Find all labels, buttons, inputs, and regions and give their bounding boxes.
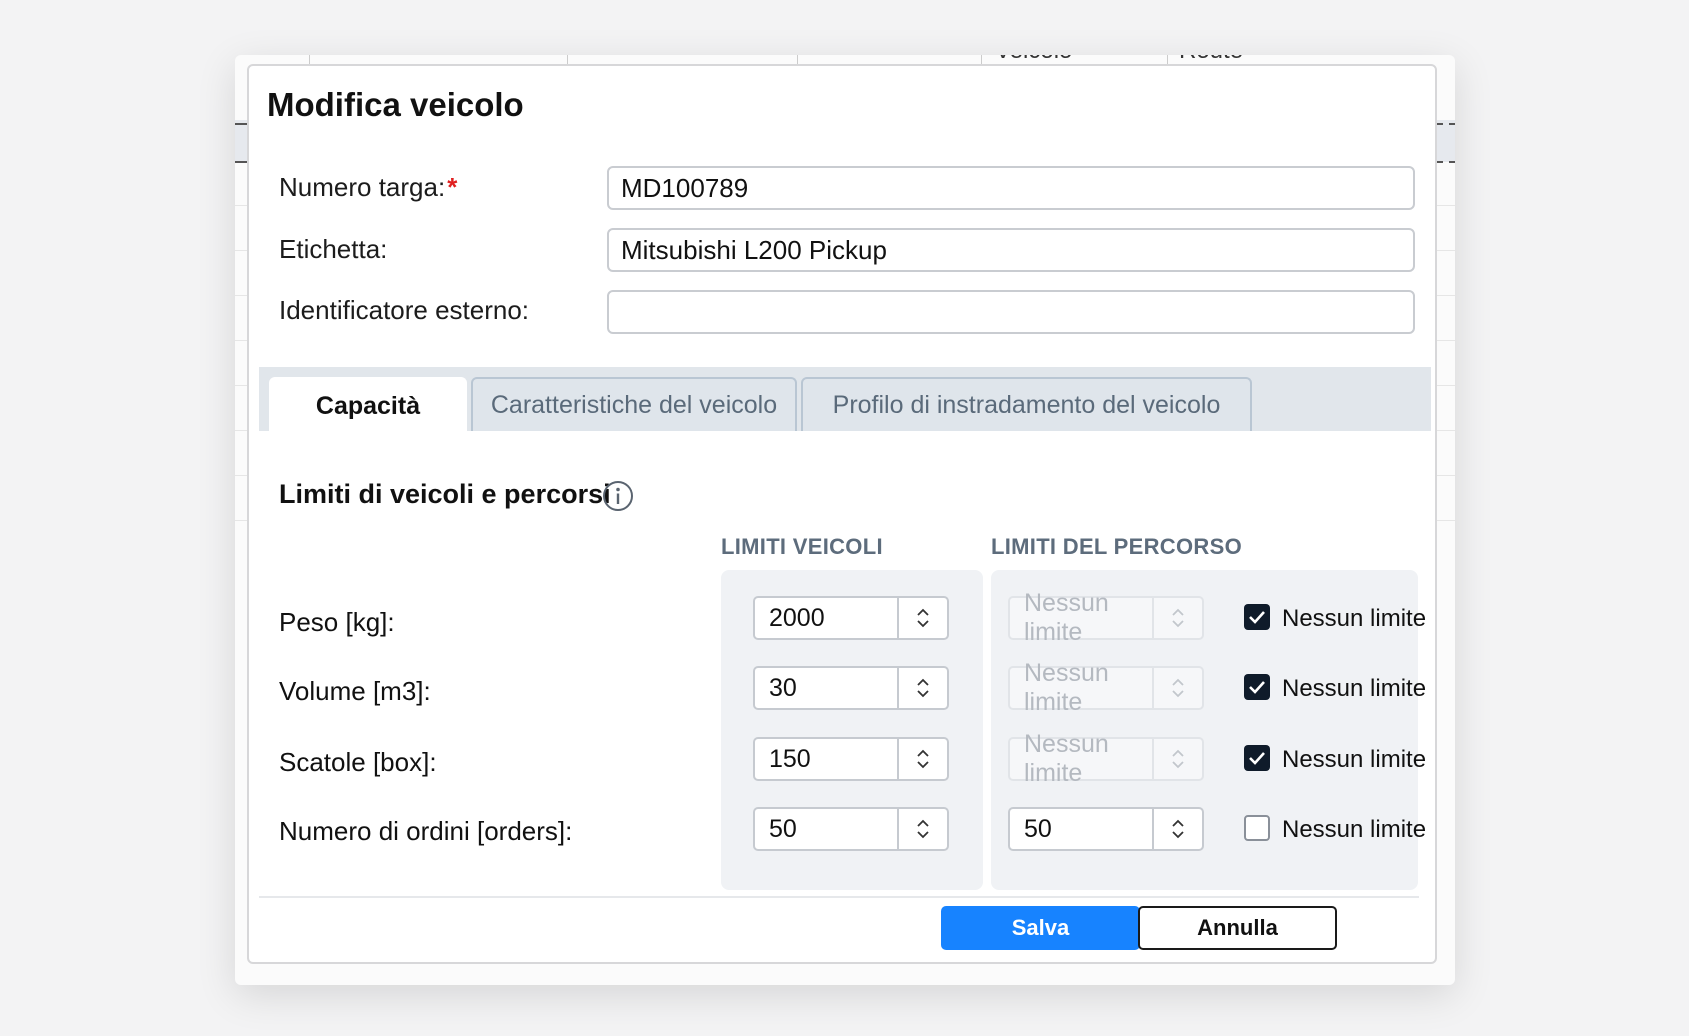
stepper-value: Nessun limite [1024, 589, 1109, 646]
required-marker: * [447, 172, 458, 202]
chevron-up-icon [1172, 749, 1184, 757]
stepper-value: Nessun limite [1024, 730, 1109, 787]
stepper-arrows[interactable] [897, 668, 947, 708]
save-button[interactable]: Salva [941, 906, 1140, 950]
chevron-down-icon [1172, 690, 1184, 698]
chevron-up-icon [1172, 608, 1184, 616]
cancel-button[interactable]: Annulla [1138, 906, 1337, 950]
weight-route-limit-stepper: Nessun limite [1008, 589, 1204, 646]
stepper-arrows[interactable] [1152, 809, 1202, 849]
plate-number-label: Numero targa:* [279, 172, 458, 202]
boxes-route-limit-stepper: Nessun limite [1008, 730, 1204, 787]
stepper-value: 50 [1024, 814, 1052, 843]
stepper-arrows [1152, 668, 1202, 708]
chevron-down-icon[interactable] [917, 831, 929, 839]
volume-route-limit-stepper: Nessun limite [1008, 659, 1204, 716]
chevron-down-icon [1172, 620, 1184, 628]
background-dash [1437, 123, 1455, 125]
chevron-up-icon[interactable] [1172, 819, 1184, 827]
volume-label: Volume [m3]: [279, 676, 431, 706]
route-limits-header: LIMITI DEL PERCORSO [991, 534, 1242, 559]
tab-routing-profile[interactable]: Profilo di instradamento del veicolo [801, 377, 1252, 431]
tab-capacity[interactable]: Capacità [269, 377, 467, 433]
background-dash [1437, 161, 1455, 163]
chevron-down-icon[interactable] [917, 620, 929, 628]
stepper-value: Nessun limite [1024, 659, 1109, 716]
plate-number-input[interactable] [607, 166, 1415, 210]
background-dash [235, 123, 247, 125]
boxes-vehicle-limit-stepper[interactable]: 150 [753, 737, 949, 781]
checkmark-icon [1249, 752, 1265, 765]
boxes-label: Scatole [box]: [279, 747, 437, 777]
weight-no-limit-checkbox[interactable] [1244, 604, 1270, 630]
background-dash [235, 161, 247, 163]
stepper-value: 50 [769, 814, 797, 843]
checkmark-icon [1249, 611, 1265, 624]
chevron-up-icon [1172, 678, 1184, 686]
info-icon[interactable] [602, 480, 634, 512]
stepper-arrows[interactable] [897, 809, 947, 849]
label-input[interactable] [607, 228, 1415, 272]
chevron-down-icon[interactable] [1172, 831, 1184, 839]
chevron-down-icon[interactable] [917, 690, 929, 698]
weight-no-limit-label: Nessun limite [1282, 605, 1427, 632]
chevron-down-icon [1172, 761, 1184, 769]
stepper-value: 2000 [769, 603, 825, 632]
chevron-down-icon[interactable] [917, 761, 929, 769]
footer-divider [259, 896, 1419, 898]
volume-no-limit-checkbox[interactable] [1244, 674, 1270, 700]
external-id-label: Identificatore esterno: [279, 295, 530, 325]
volume-no-limit-label: Nessun limite [1282, 675, 1427, 702]
dialog-title: Modifica veicolo [267, 86, 524, 123]
orders-no-limit-label: Nessun limite [1282, 816, 1427, 843]
weight-vehicle-limit-stepper[interactable]: 2000 [753, 596, 949, 640]
stepper-arrows [1152, 739, 1202, 779]
section-title: Limiti di veicoli e percorsi [279, 479, 611, 509]
stepper-arrows[interactable] [897, 739, 947, 779]
stepper-value: 150 [769, 744, 811, 773]
chevron-up-icon[interactable] [917, 749, 929, 757]
stepper-arrows [1152, 598, 1202, 638]
external-id-input[interactable] [607, 290, 1415, 334]
label-field-label: Etichetta: [279, 234, 388, 264]
tab-bar: Capacità Caratteristiche del veicolo Pro… [259, 367, 1431, 433]
boxes-no-limit-checkbox[interactable] [1244, 745, 1270, 771]
tab-vehicle-features[interactable]: Caratteristiche del veicolo [471, 377, 797, 431]
chevron-up-icon[interactable] [917, 819, 929, 827]
orders-vehicle-limit-stepper[interactable]: 50 [753, 807, 949, 851]
volume-vehicle-limit-stepper[interactable]: 30 [753, 666, 949, 710]
boxes-no-limit-label: Nessun limite [1282, 746, 1427, 773]
stepper-arrows[interactable] [897, 598, 947, 638]
stepper-value: 30 [769, 673, 797, 702]
orders-label: Numero di ordini [orders]: [279, 816, 573, 846]
chevron-up-icon[interactable] [917, 678, 929, 686]
vehicle-limits-header: LIMITI VEICOLI [721, 534, 883, 559]
orders-route-limit-stepper[interactable]: 50 [1008, 807, 1204, 851]
edit-vehicle-dialog: Modifica veicolo Numero targa:* Etichett… [247, 64, 1437, 964]
checkmark-icon [1249, 681, 1265, 694]
weight-label: Peso [kg]: [279, 607, 395, 637]
orders-no-limit-checkbox[interactable] [1244, 815, 1270, 841]
chevron-up-icon[interactable] [917, 608, 929, 616]
